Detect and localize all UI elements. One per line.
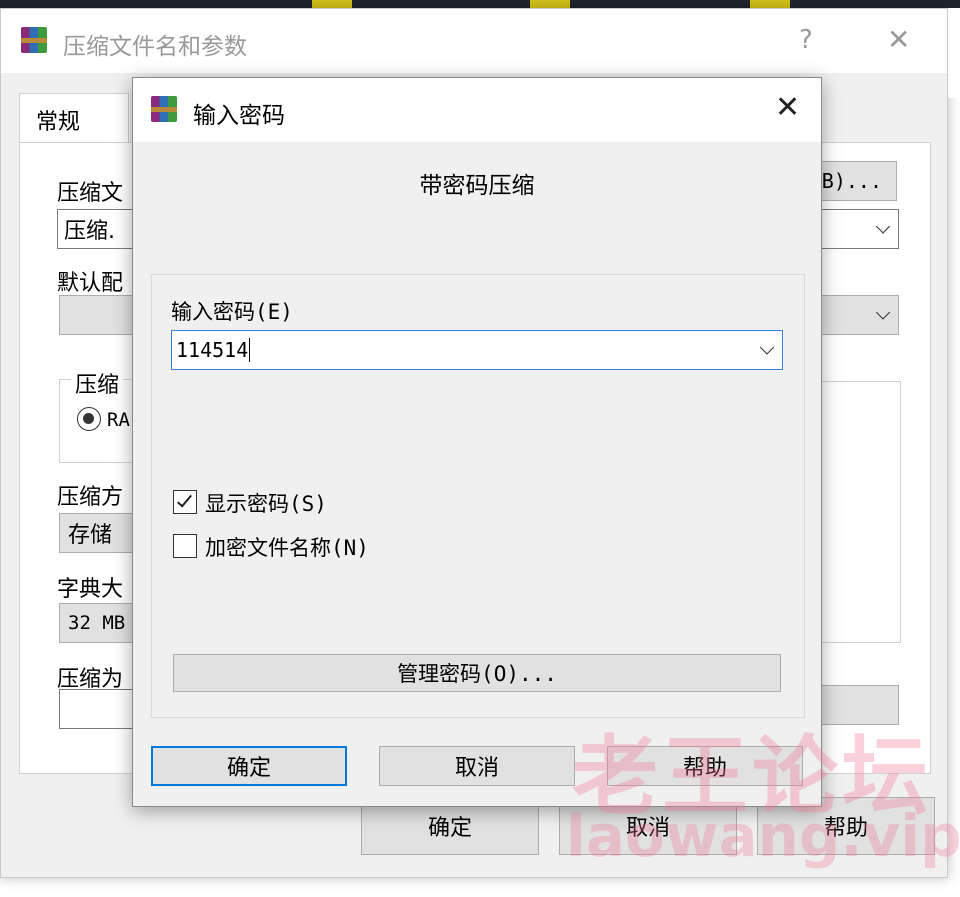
desktop-strip (0, 0, 960, 8)
right-edge-strip (948, 8, 960, 98)
format-group-label: 压缩 (71, 367, 124, 399)
window-title: 压缩文件名和参数 (63, 34, 247, 60)
watermark-url: laowang.vip (566, 802, 960, 870)
dict-value: 32 MB (68, 612, 126, 634)
archive-name-label: 压缩文 (57, 181, 124, 206)
radio-rar[interactable] (77, 407, 101, 431)
dialog-ok-button[interactable]: 确定 (151, 746, 347, 786)
password-value: 114514 (176, 338, 251, 362)
ok-button-label: 确定 (427, 816, 472, 841)
tab-general-label: 常规 (36, 110, 81, 135)
winrar-icon (21, 27, 47, 53)
dialog-cancel-label: 取消 (454, 756, 499, 781)
tab-general[interactable]: 常规 (19, 93, 129, 143)
show-password-label[interactable]: 显示密码(S) (205, 488, 327, 518)
dialog-title-bar: 输入密码 ✕ (133, 78, 821, 142)
method-value: 存储 (68, 523, 113, 548)
radio-rar-label: RA (107, 409, 130, 431)
archive-name-value: 压缩. (64, 219, 115, 244)
password-label: 输入密码(E) (171, 300, 293, 324)
radio-dot (83, 413, 94, 424)
browse-button-label: B)... (821, 169, 882, 193)
help-icon[interactable]: ? (799, 25, 813, 55)
desktop-thumb (530, 0, 570, 8)
chevron-down-icon[interactable] (759, 340, 775, 355)
checkmark-icon (176, 491, 193, 508)
encrypt-names-label[interactable]: 加密文件名称(N) (205, 532, 369, 562)
options-box (821, 381, 901, 643)
manage-passwords-button[interactable]: 管理密码(O)... (173, 654, 781, 692)
dialog-cancel-button[interactable]: 取消 (379, 746, 575, 786)
dialog-title: 输入密码 (193, 103, 285, 129)
profile-label: 默认配 (57, 271, 124, 296)
desktop-thumb (312, 0, 352, 8)
close-icon[interactable]: ✕ (775, 90, 800, 125)
close-icon[interactable]: ✕ (887, 23, 910, 56)
method-label: 压缩方 (57, 485, 124, 510)
dialog-heading: 带密码压缩 (419, 173, 535, 199)
chevron-down-icon[interactable] (875, 219, 891, 234)
dialog-ok-label: 确定 (226, 756, 271, 781)
encrypt-names-checkbox[interactable] (173, 534, 197, 558)
desktop-thumb (750, 0, 790, 8)
manage-passwords-label: 管理密码(O)... (397, 662, 557, 686)
chevron-down-icon (875, 305, 891, 320)
show-password-checkbox[interactable] (173, 490, 197, 514)
password-field[interactable]: 114514 (171, 330, 783, 370)
dict-label: 字典大 (57, 577, 124, 602)
winrar-icon (151, 96, 177, 122)
enter-password-dialog: 输入密码 ✕ 带密码压缩 输入密码(E) 114514 显示密码(S) 加密文件… (132, 77, 822, 807)
title-bar: 压缩文件名和参数 ? ✕ (1, 9, 947, 73)
